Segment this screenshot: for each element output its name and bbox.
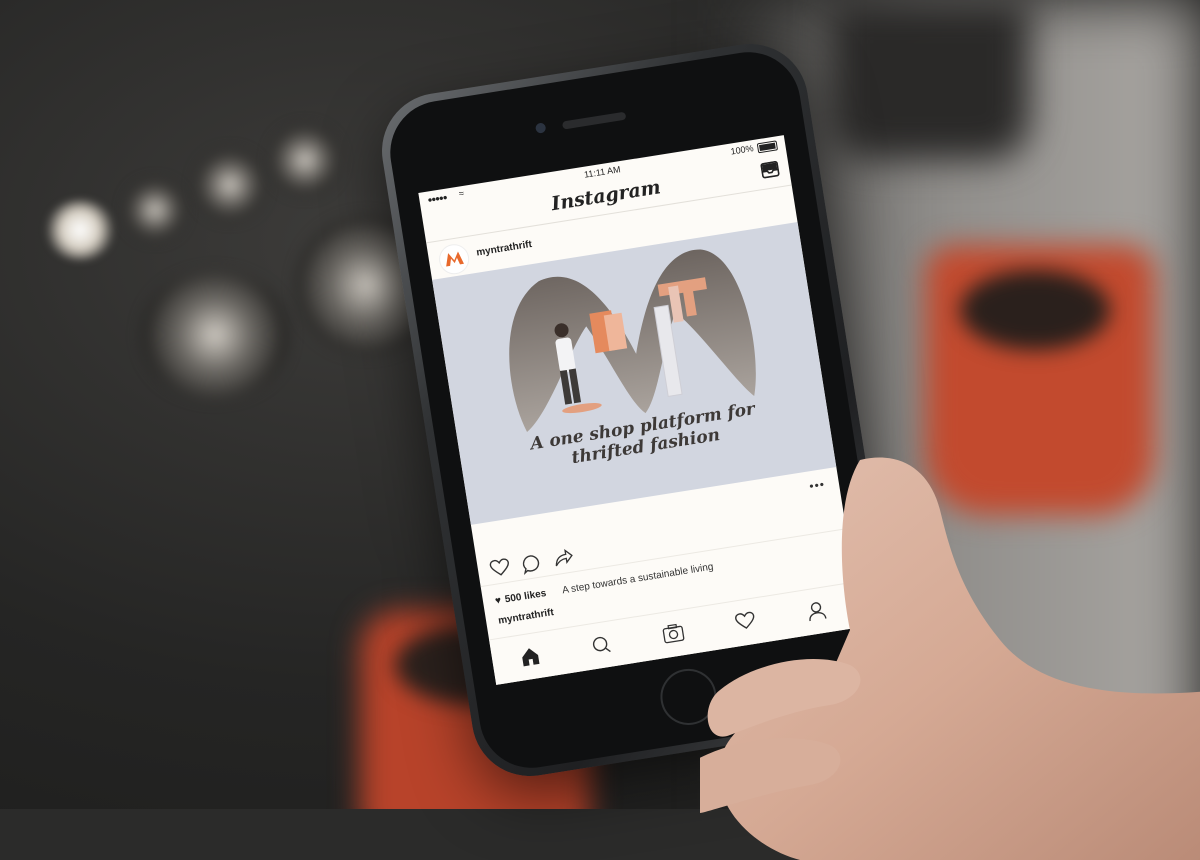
earpiece	[561, 111, 627, 130]
likes-count[interactable]: ♥ 500 likes	[494, 588, 547, 607]
battery-icon	[756, 140, 779, 154]
home-icon[interactable]	[519, 645, 542, 668]
machine-knob	[195, 150, 265, 220]
background-bottle	[830, 0, 1030, 160]
hand	[700, 457, 1200, 860]
machine-dial	[140, 270, 290, 400]
red-cup-opening	[960, 270, 1110, 350]
share-icon[interactable]	[552, 547, 575, 568]
machine-knob	[270, 125, 340, 195]
heart-icon[interactable]	[489, 557, 512, 578]
avatar[interactable]	[436, 242, 472, 277]
heart-icon: ♥	[494, 595, 502, 607]
search-icon[interactable]	[590, 634, 613, 657]
post-username[interactable]: myntrathrift	[476, 239, 533, 259]
likes-text: 500 likes	[504, 588, 548, 606]
machine-knob	[125, 180, 185, 240]
caption-username[interactable]: myntrathrift	[497, 607, 554, 627]
front-camera	[534, 122, 547, 134]
myntra-logo-icon	[446, 251, 464, 267]
comment-icon[interactable]	[520, 552, 543, 575]
inbox-icon[interactable]	[760, 160, 780, 179]
background-light	[45, 200, 115, 260]
battery-percent: 100%	[729, 143, 755, 157]
camera-icon[interactable]	[661, 622, 686, 645]
